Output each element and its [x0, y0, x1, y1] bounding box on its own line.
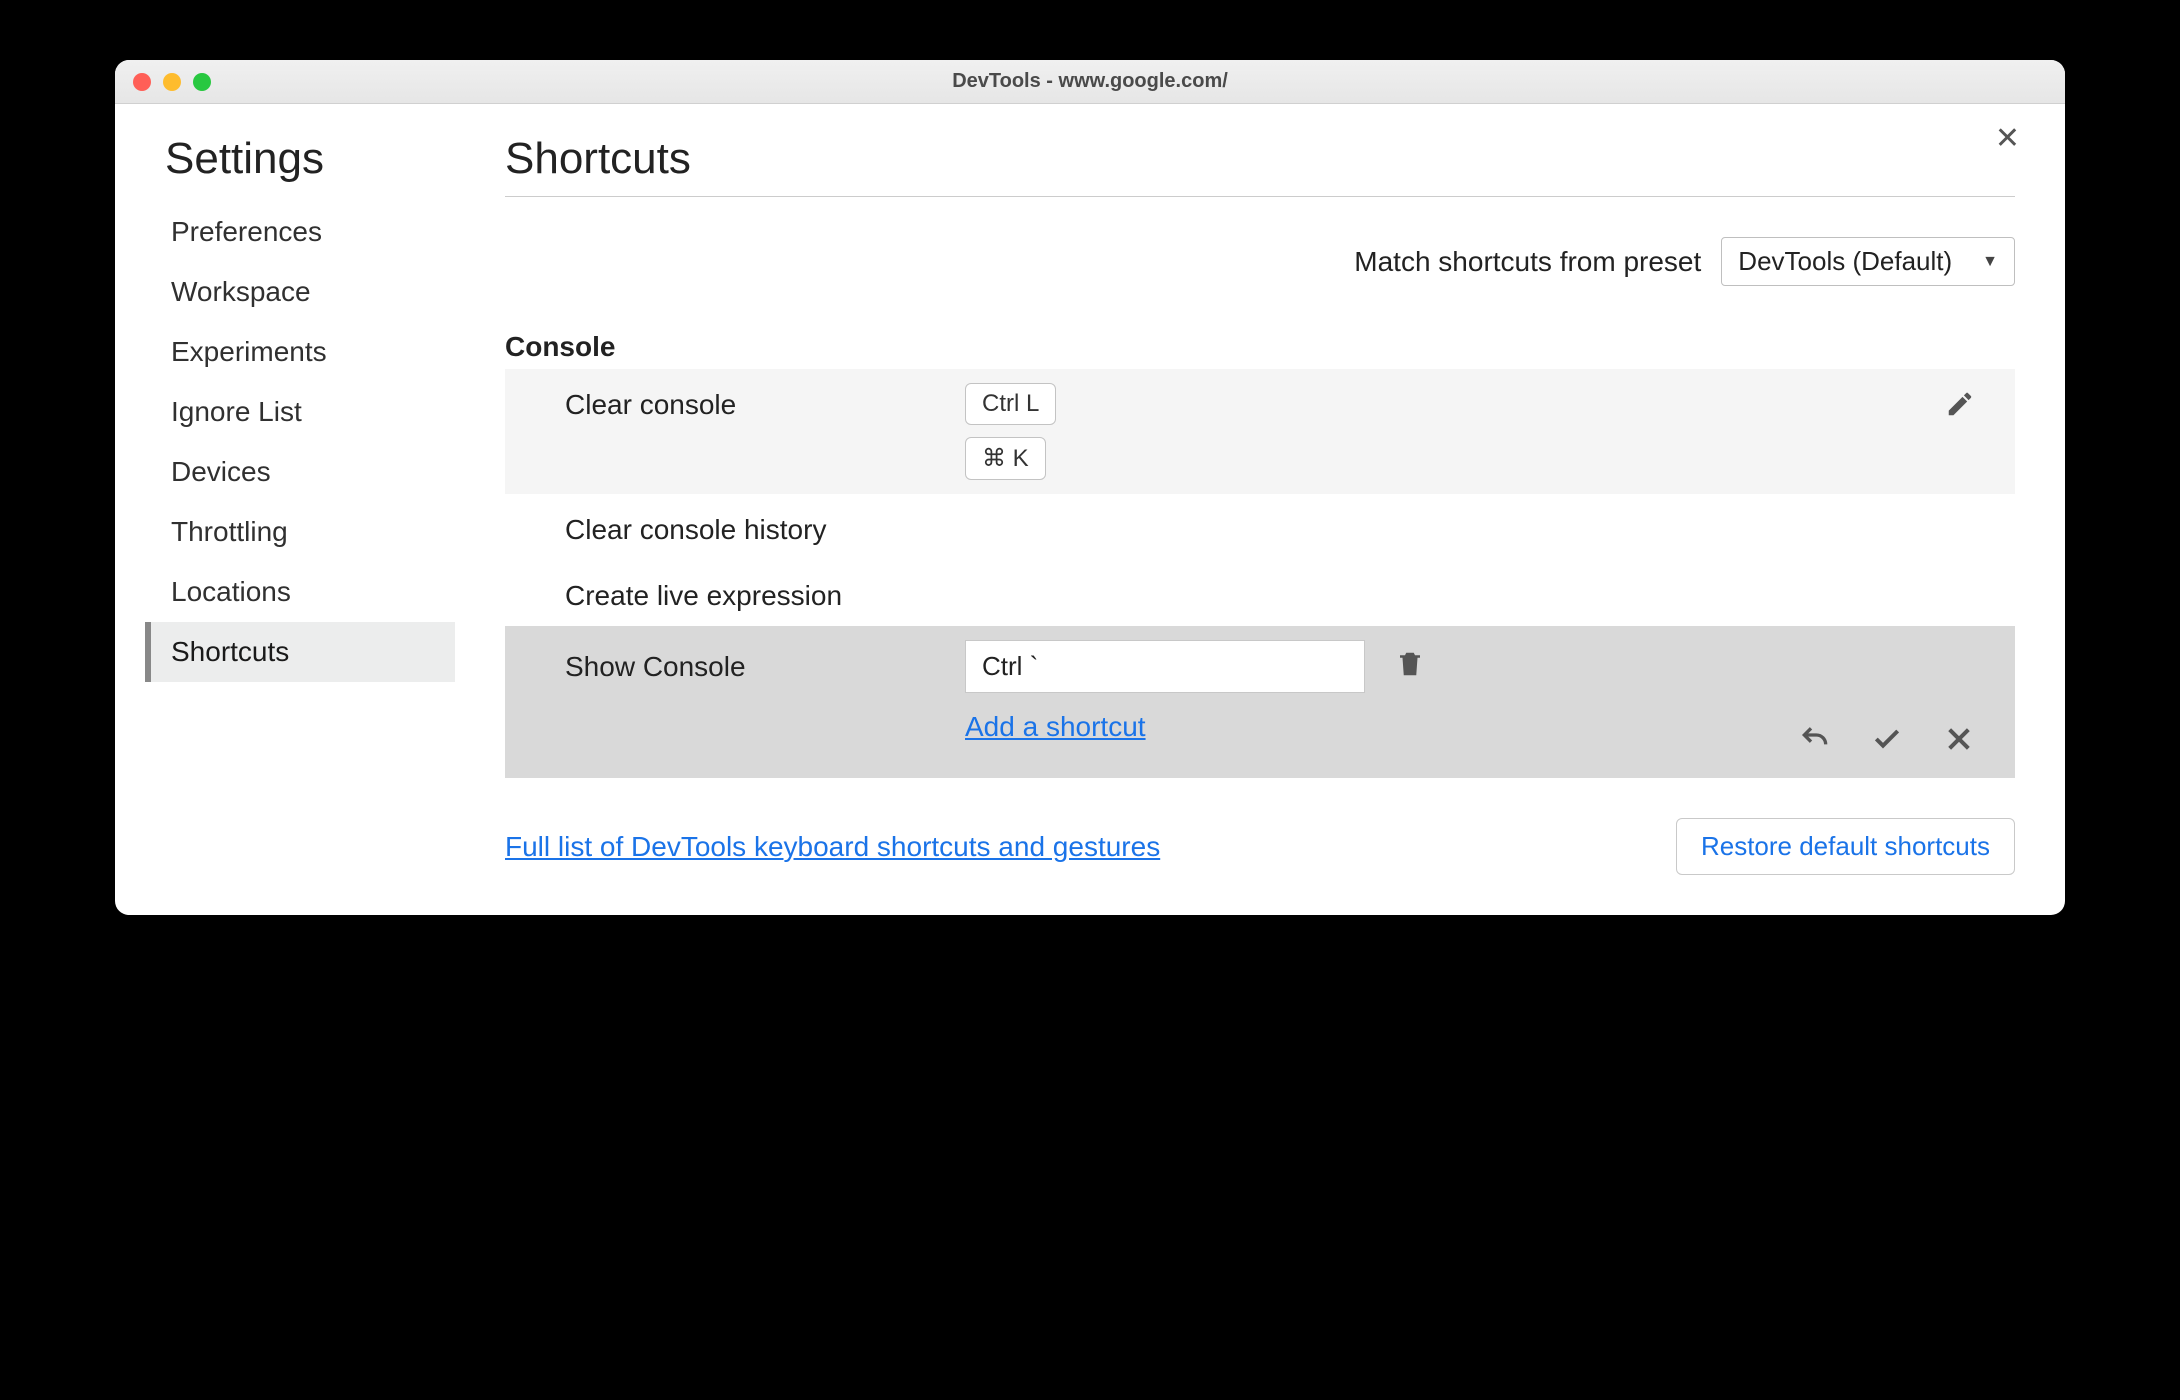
keys-column: Ctrl L ⌘ K	[965, 383, 1056, 480]
sidebar-item-locations[interactable]: Locations	[145, 562, 455, 622]
section-heading-console: Console	[505, 331, 2015, 363]
sidebar: Settings Preferences Workspace Experimen…	[145, 134, 455, 875]
page-title: Shortcuts	[505, 134, 2015, 197]
shortcut-label: Show Console	[565, 651, 965, 683]
check-icon[interactable]	[1871, 723, 1903, 760]
preset-label: Match shortcuts from preset	[1354, 246, 1701, 278]
trash-icon[interactable]	[1395, 649, 1425, 684]
traffic-lights	[133, 73, 211, 91]
full-list-link[interactable]: Full list of DevTools keyboard shortcuts…	[505, 831, 1160, 863]
key-chip: Ctrl L	[965, 383, 1056, 425]
pencil-icon[interactable]	[1945, 383, 1985, 424]
preset-row: Match shortcuts from preset DevTools (De…	[505, 237, 2015, 286]
preset-value: DevTools (Default)	[1738, 246, 1952, 277]
shortcut-label: Clear console	[565, 383, 965, 421]
sidebar-item-ignore-list[interactable]: Ignore List	[145, 382, 455, 442]
sidebar-item-workspace[interactable]: Workspace	[145, 262, 455, 322]
titlebar: DevTools - www.google.com/	[115, 60, 2065, 104]
sidebar-item-devices[interactable]: Devices	[145, 442, 455, 502]
add-shortcut-link[interactable]: Add a shortcut	[965, 711, 1146, 743]
window-maximize-button[interactable]	[193, 73, 211, 91]
shortcut-label: Clear console history	[565, 508, 965, 546]
window-title: DevTools - www.google.com/	[115, 70, 2065, 93]
window-minimize-button[interactable]	[163, 73, 181, 91]
chevron-down-icon: ▼	[1982, 253, 1998, 271]
preset-select[interactable]: DevTools (Default) ▼	[1721, 237, 2015, 286]
footer-row: Full list of DevTools keyboard shortcuts…	[505, 818, 2015, 875]
key-chip: ⌘ K	[965, 437, 1046, 480]
shortcut-row-clear-history: Clear console history	[505, 494, 2015, 560]
window-close-button[interactable]	[133, 73, 151, 91]
undo-icon[interactable]	[1799, 723, 1831, 760]
sidebar-item-throttling[interactable]: Throttling	[145, 502, 455, 562]
editing-actions	[565, 723, 1985, 760]
sidebar-item-preferences[interactable]: Preferences	[145, 202, 455, 262]
shortcut-row-create-live: Create live expression	[505, 560, 2015, 626]
cancel-icon[interactable]	[1943, 723, 1975, 760]
restore-defaults-button[interactable]: Restore default shortcuts	[1676, 818, 2015, 875]
sidebar-item-shortcuts[interactable]: Shortcuts	[145, 622, 455, 682]
close-icon[interactable]: ✕	[1995, 124, 2020, 154]
main-panel: Shortcuts Match shortcuts from preset De…	[455, 134, 2015, 875]
shortcut-row-clear-console: Clear console Ctrl L ⌘ K	[505, 369, 2015, 494]
shortcut-row-show-console: Show Console Add a shortcut	[505, 626, 2015, 778]
sidebar-item-experiments[interactable]: Experiments	[145, 322, 455, 382]
shortcut-label: Create live expression	[565, 574, 965, 612]
shortcut-input[interactable]	[965, 640, 1365, 693]
sidebar-title: Settings	[145, 134, 455, 202]
content-area: ✕ Settings Preferences Workspace Experim…	[115, 104, 2065, 915]
window: DevTools - www.google.com/ ✕ Settings Pr…	[115, 60, 2065, 915]
